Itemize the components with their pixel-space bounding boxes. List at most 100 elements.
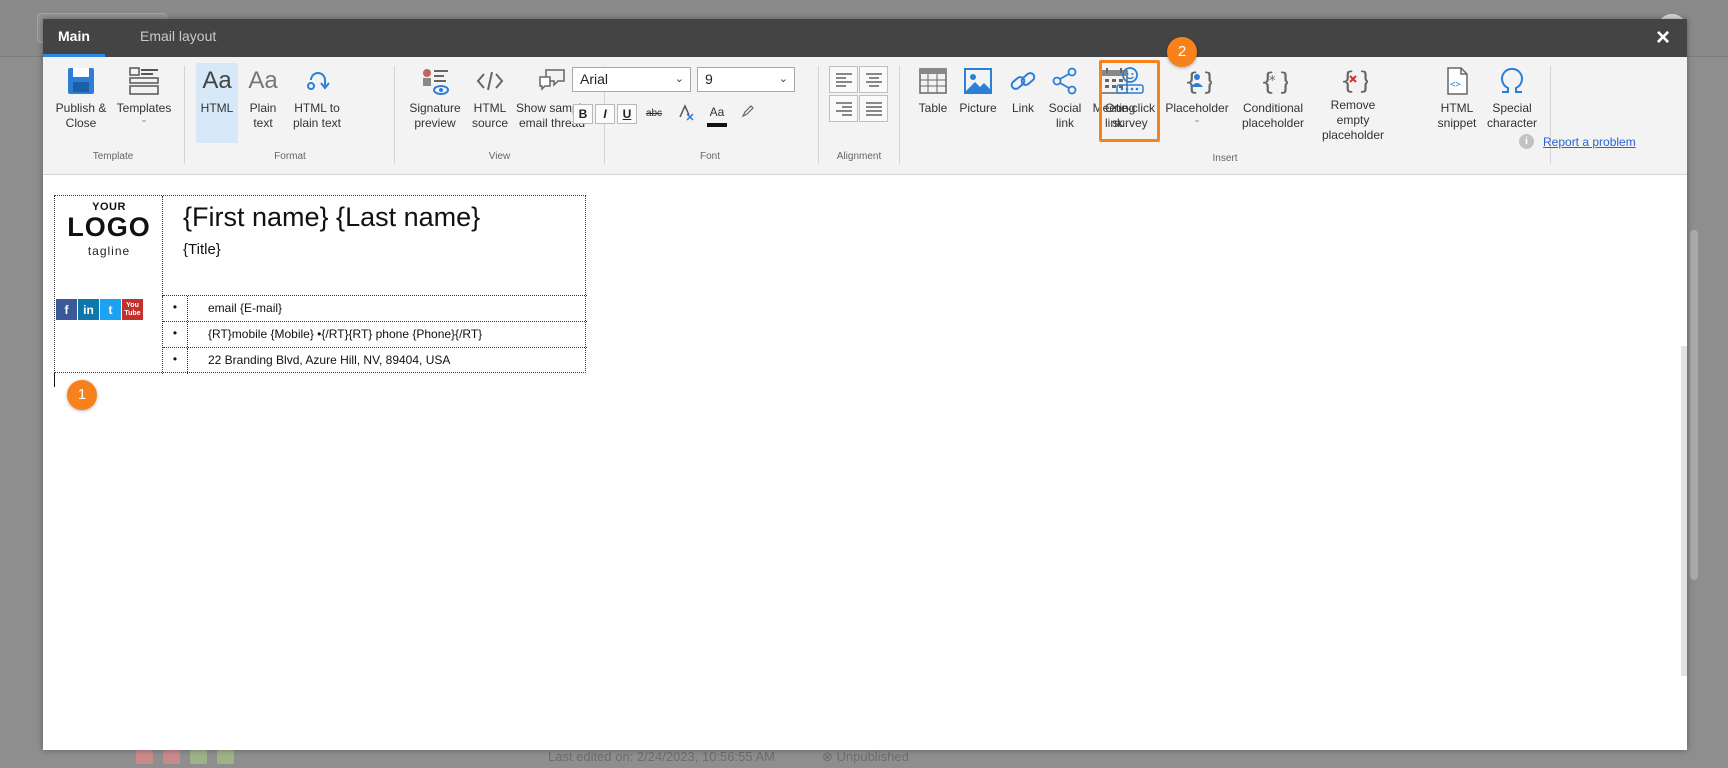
conditional-placeholder-icon: {}*	[1255, 63, 1291, 99]
youtube-icon[interactable]: You Tube	[122, 299, 143, 320]
font-family-value: Arial	[580, 71, 609, 87]
templates-label: Templates	[116, 101, 172, 115]
strikethrough-button[interactable]: abc	[643, 103, 665, 125]
bold-button[interactable]: B	[573, 104, 593, 124]
bullet: •	[163, 348, 188, 374]
publish-close-button[interactable]: Publish & Close	[52, 63, 110, 143]
status-icon	[136, 750, 153, 764]
align-left-icon	[835, 72, 852, 87]
name-cell[interactable]: {First name} {Last name} {Title}	[163, 196, 587, 296]
social-link-button[interactable]: Social link	[1045, 63, 1085, 143]
report-problem: i Report a problem	[1519, 134, 1636, 149]
picture-icon	[960, 63, 996, 99]
dialog-header: Main Email layout ×	[43, 19, 1687, 57]
font-family-select[interactable]: Arial ⌄	[572, 67, 691, 92]
report-problem-link[interactable]: Report a problem	[1543, 135, 1636, 149]
chevron-down-icon: ⌄	[140, 115, 148, 124]
font-size-value: 9	[705, 71, 713, 87]
insert-link-label: Link	[1011, 101, 1034, 115]
signature-table[interactable]: YOUR LOGO tagline f in t You Tube {First…	[54, 195, 587, 374]
close-button[interactable]: ×	[1651, 26, 1675, 50]
convert-icon	[299, 63, 335, 99]
align-center-button[interactable]	[859, 66, 888, 93]
bullet: •	[163, 322, 188, 347]
group-separator	[1550, 66, 1551, 164]
font-color-button[interactable]: Aa	[705, 101, 729, 127]
logo-image: LOGO	[67, 212, 151, 242]
signature-preview-icon	[417, 63, 453, 99]
font-size-select[interactable]: 9 ⌄	[697, 67, 795, 92]
omega-icon	[1494, 63, 1530, 99]
editor-scrollbar[interactable]	[1681, 346, 1687, 676]
full-name-placeholder: {First name} {Last name}	[183, 202, 481, 232]
clear-formatting-button[interactable]	[674, 103, 696, 125]
html-format-button[interactable]: Aa HTML	[196, 63, 238, 143]
insert-picture-button[interactable]: Picture	[956, 63, 1000, 143]
social-cell[interactable]: f in t You Tube	[55, 296, 163, 374]
placeholder-label: Placeholder	[1165, 101, 1229, 115]
html-snippet-label: HTML snippet	[1437, 101, 1477, 130]
align-justify-button[interactable]	[859, 95, 888, 122]
email-placeholder: email {E-mail}	[208, 301, 283, 315]
placeholder-button[interactable]: {} Placeholder ⌄	[1164, 63, 1230, 143]
svg-text:{: {	[1340, 67, 1355, 95]
facebook-icon[interactable]: f	[56, 299, 77, 320]
tab-email-layout[interactable]: Email layout	[125, 19, 231, 57]
html-snippet-button[interactable]: <> HTML snippet	[1434, 63, 1480, 143]
group-separator	[184, 66, 185, 164]
plain-text-label: Plain text	[249, 101, 277, 130]
underline-button[interactable]: U	[617, 104, 637, 124]
special-character-button[interactable]: Special character	[1484, 63, 1540, 143]
publish-status-label: Unpublished	[836, 749, 909, 764]
tab-main[interactable]: Main	[43, 19, 105, 57]
remove-empty-placeholder-label: Remove empty placeholder	[1321, 98, 1385, 142]
bullet: •	[163, 296, 188, 321]
conditional-placeholder-button[interactable]: {}* Conditional placeholder	[1233, 63, 1313, 143]
remove-empty-placeholder-button[interactable]: {} Remove empty placeholder	[1316, 63, 1390, 143]
linkedin-icon[interactable]: in	[78, 299, 99, 320]
highlighter-icon	[741, 105, 754, 118]
clear-format-icon	[679, 104, 694, 121]
one-click-survey-button[interactable]: One-click survey	[1101, 63, 1159, 143]
highlight-button[interactable]	[737, 103, 759, 125]
contact-row-phone[interactable]: • {RT}mobile {Mobile} •{/RT}{RT} phone {…	[163, 322, 587, 348]
svg-text:}: }	[1358, 67, 1368, 95]
social-icons: f in t You Tube	[56, 299, 143, 320]
html-snippet-icon: <>	[1439, 63, 1475, 99]
svg-text:}: }	[1278, 68, 1288, 96]
signature-preview-button[interactable]: Signature preview	[404, 63, 466, 143]
placeholder-icon: {}	[1179, 63, 1215, 99]
font-color-icon: Aa	[709, 105, 725, 119]
contact-row-address[interactable]: • 22 Branding Blvd, Azure Hill, NV, 8940…	[163, 348, 587, 374]
logo-cell[interactable]: YOUR LOGO tagline	[55, 196, 163, 296]
templates-button[interactable]: Templates ⌄	[113, 63, 175, 143]
publish-status: ⊗ Unpublished	[822, 749, 909, 765]
group-separator	[899, 66, 900, 164]
last-edited-value: 2/24/2023, 10:56:55 AM	[636, 749, 775, 764]
insert-table-button[interactable]: Table	[913, 63, 953, 143]
chat-bubbles-icon	[534, 63, 570, 99]
remove-placeholder-icon: {}	[1335, 63, 1371, 96]
unpublished-icon: ⊗	[822, 749, 833, 764]
signature-preview-label: Signature preview	[409, 101, 461, 130]
svg-text:{: {	[1184, 68, 1199, 96]
group-label-template: Template	[92, 151, 134, 162]
html-source-button[interactable]: HTML source	[469, 63, 511, 143]
align-right-button[interactable]	[829, 95, 858, 122]
plain-text-button[interactable]: Aa Plain text	[242, 63, 284, 143]
phone-placeholder: {RT}mobile {Mobile} •{/RT}{RT} phone {Ph…	[208, 327, 483, 341]
contact-row-email[interactable]: • email {E-mail}	[163, 296, 587, 322]
twitter-icon[interactable]: t	[100, 299, 121, 320]
special-character-label: Special character	[1486, 101, 1538, 130]
one-click-survey-label: One-click survey	[1104, 101, 1155, 130]
templates-icon	[126, 63, 162, 99]
html-to-plain-label: HTML to plain text	[292, 101, 342, 130]
align-right-icon	[835, 101, 852, 116]
align-left-button[interactable]	[829, 66, 858, 93]
group-label-alignment: Alignment	[836, 151, 882, 162]
insert-link-button[interactable]: Link	[1003, 63, 1043, 143]
info-icon: i	[1519, 134, 1534, 149]
conditional-placeholder-label: Conditional placeholder	[1241, 101, 1305, 130]
italic-button[interactable]: I	[595, 104, 615, 124]
html-to-plain-button[interactable]: HTML to plain text	[287, 63, 347, 143]
